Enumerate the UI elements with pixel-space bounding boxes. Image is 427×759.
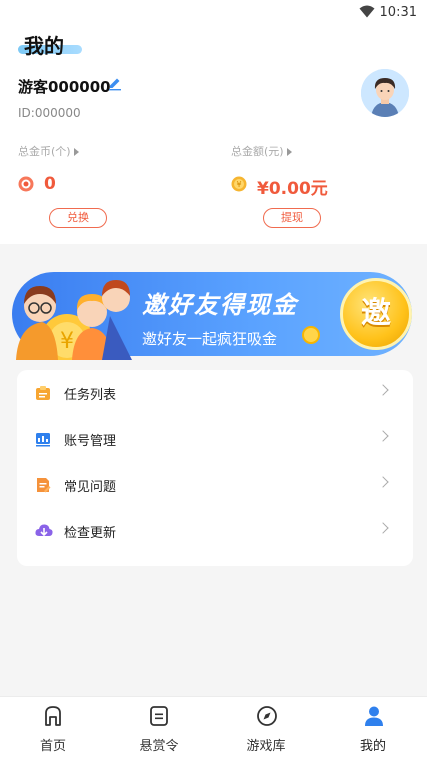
edit-icon[interactable] [108,77,122,91]
menu-label: 任务列表 [64,388,117,403]
menu-label: 账号管理 [64,434,117,449]
chevron-right-icon [377,384,389,396]
coins-label[interactable]: 总金币(个) [18,143,79,159]
menu-item-account[interactable]: 账号管理 [17,416,413,462]
tab-profile[interactable]: 我的 [320,697,426,759]
username: 游客000000 [18,78,111,96]
svg-text:¥: ¥ [236,180,241,189]
status-bar: 10:31 [0,0,427,24]
amount-label[interactable]: 总金额(元) [231,143,292,159]
avatar[interactable] [361,69,409,117]
invite-badge: 邀 [340,278,412,350]
profile-header: 我的 游客000000 ID:000000 总金币(个) 总金额(元) 0 ¥ … [0,24,427,244]
chevron-right-icon [377,522,389,534]
bounty-icon [150,706,168,726]
menu-label: 检查更新 [64,526,117,541]
amount-label-text: 总金额(元) [231,145,284,158]
withdraw-button[interactable]: 提现 [263,208,321,228]
coins-value: 0 [44,174,56,194]
coins-label-text: 总金币(个) [18,145,71,158]
yuan-coin-icon: ¥ [231,176,247,192]
user-id: ID:000000 [18,106,81,120]
tab-label: 首页 [39,739,66,754]
status-time: 10:31 [379,5,417,20]
invite-banner[interactable]: ¥ 邀好友得现金 邀好友一起疯狂吸金 邀 [12,260,414,360]
menu-item-task-list[interactable]: 任务列表 [17,370,413,416]
banner-title: 邀好友得现金 [142,290,298,319]
caret-right-icon [286,148,292,156]
amount-value: ¥0.00元 [257,179,328,199]
friends-illustration: ¥ [16,280,132,360]
caret-right-icon [73,148,79,156]
faq-icon [37,478,51,493]
tab-bounty[interactable]: 悬赏令 [106,697,212,759]
wifi-icon [359,5,375,18]
home-icon [45,706,61,726]
page-title: 我的 [24,34,64,58]
chevron-right-icon [377,430,389,442]
check-update-icon [35,524,53,537]
tab-label: 我的 [359,739,386,754]
tab-label: 悬赏令 [139,739,179,754]
menu-item-check-update[interactable]: 检查更新 [17,508,413,554]
chevron-right-icon [377,476,389,488]
gold-coin-icon [18,176,34,192]
svg-text:¥: ¥ [60,329,74,354]
menu-label: 常见问题 [64,480,117,495]
tab-home[interactable]: 首页 [0,697,106,759]
exchange-button[interactable]: 兑换 [49,208,107,228]
account-management-icon [36,433,50,447]
banner-subtitle: 邀好友一起疯狂吸金 [142,330,278,348]
tab-game-library[interactable]: 游戏库 [213,697,319,759]
avatar-image [361,69,409,117]
menu-item-faq[interactable]: 常见问题 [17,462,413,508]
small-coin-icon [302,326,320,344]
bottom-tab-bar: 首页 悬赏令 游戏库 我的 [0,696,427,759]
task-list-icon [36,386,50,400]
menu-card: 任务列表 账号管理 常见问题 检查更新 [17,370,413,566]
profile-icon [365,706,383,726]
tab-label: 游戏库 [246,739,286,754]
compass-icon [257,706,277,726]
